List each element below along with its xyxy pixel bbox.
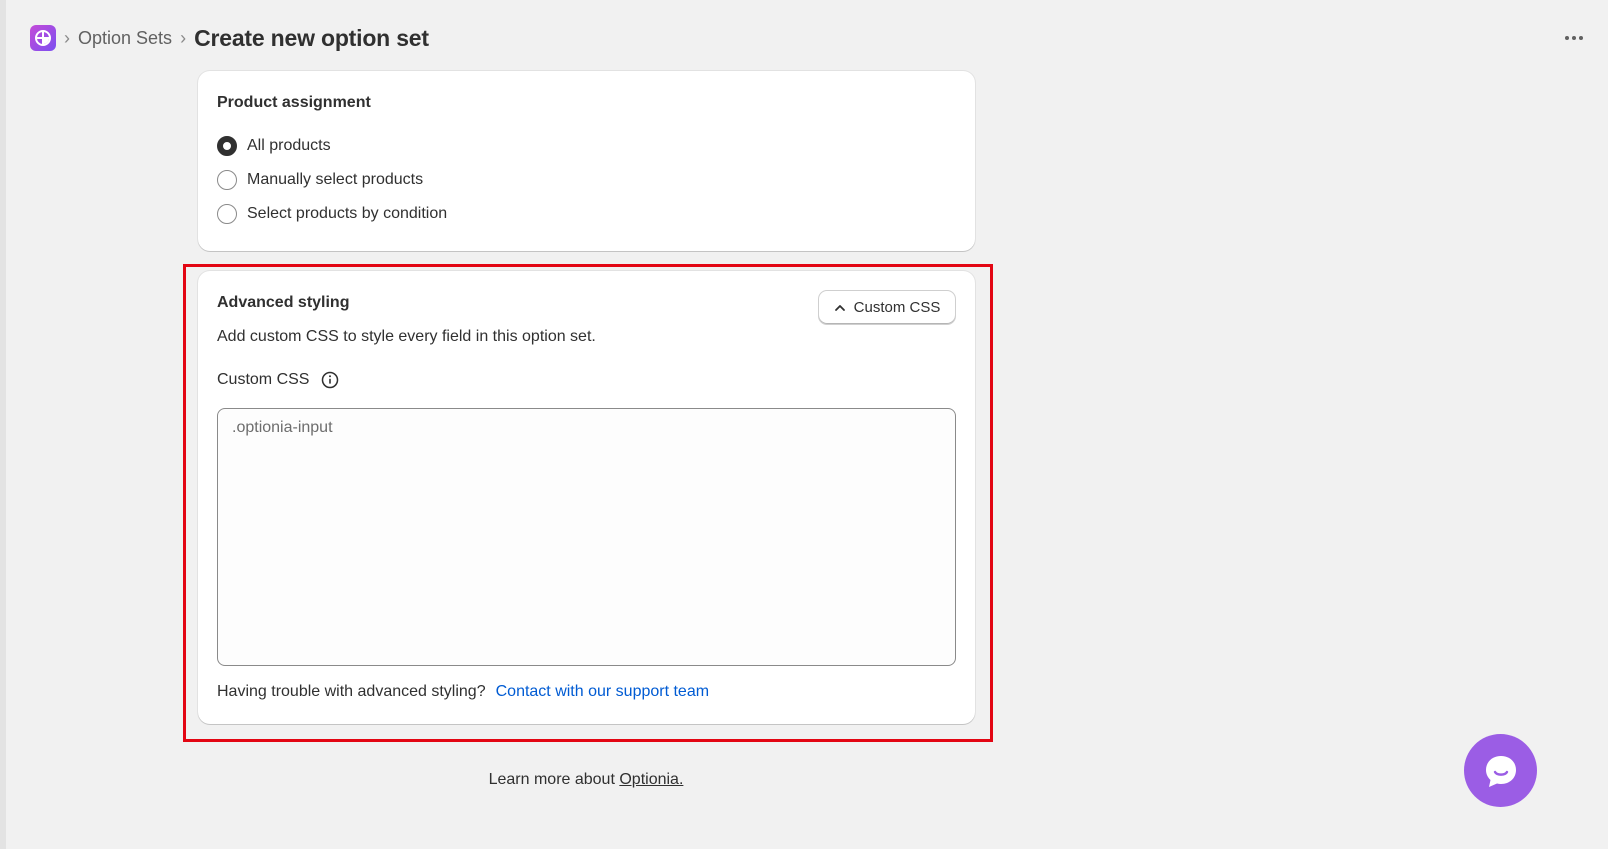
chat-bubble-icon [1485,755,1516,787]
footer-optionia-link[interactable]: Optionia. [619,771,683,788]
info-icon[interactable] [321,371,339,389]
custom-css-toggle-button[interactable]: Custom CSS [819,291,955,324]
help-text: Having trouble with advanced styling? [217,683,486,700]
radio-label: Manually select products [247,171,424,188]
more-horizontal-icon [1565,36,1569,40]
breadcrumb-option-sets[interactable]: Option Sets [78,28,172,49]
custom-css-label: Custom CSS [217,371,310,388]
page-title: Create new option set [194,24,429,51]
more-dot [1572,36,1576,40]
page-header: › Option Sets › Create new option set [30,24,429,52]
radio-label: All products [247,137,331,154]
advanced-styling-card: Advanced styling Custom CSS Add custom C… [198,271,975,724]
radio-label: Select products by condition [247,205,448,222]
optionia-logo-icon[interactable] [30,25,56,51]
radio-button[interactable] [217,136,237,156]
radio-button[interactable] [217,204,237,224]
radio-select-by-condition[interactable]: Select products by condition [217,204,447,224]
custom-css-textarea[interactable] [217,408,956,666]
breadcrumb-chevron-icon: › [180,28,187,48]
footer-learn-more: Learn more about Optionia. [0,771,1172,789]
radio-all-products[interactable]: All products [217,136,331,156]
advanced-styling-title: Advanced styling [217,294,350,311]
help-row: Having trouble with advanced styling? Co… [217,683,709,701]
product-assignment-title: Product assignment [217,94,371,111]
breadcrumb-chevron-icon: › [64,28,70,48]
radio-manually-select[interactable]: Manually select products [217,170,423,190]
product-assignment-card: Product assignment All products Manually… [198,71,975,251]
support-link[interactable]: Contact with our support team [496,683,709,701]
more-dot [1579,36,1583,40]
chat-launcher-button[interactable] [1464,734,1537,807]
radio-button[interactable] [217,170,237,190]
chevron-up-icon [834,304,845,311]
footer-prefix: Learn more about [488,771,620,788]
advanced-styling-description: Add custom CSS to style every field in t… [217,328,596,345]
custom-css-label-row: Custom CSS [217,371,339,389]
window-edge [0,0,6,849]
custom-css-toggle-label: Custom CSS [853,299,941,316]
more-actions-button[interactable] [1560,28,1588,48]
